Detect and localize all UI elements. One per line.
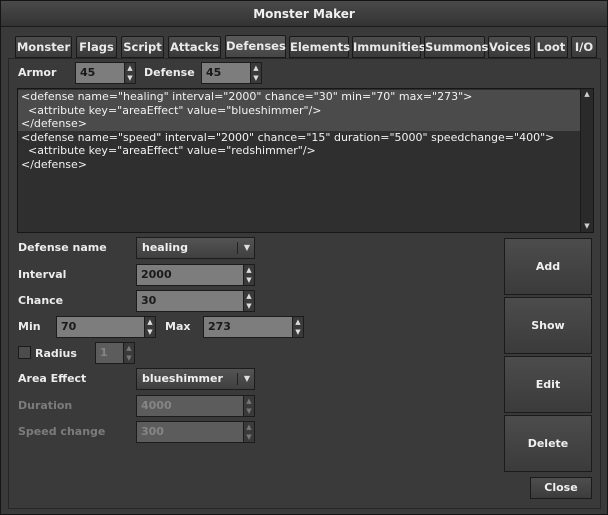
defense-name-label: Defense name (18, 241, 107, 254)
down-arrow-icon[interactable]: ▼ (124, 353, 134, 363)
monster-maker-window: Monster Maker Monster Flags Script Attac… (0, 0, 608, 515)
down-arrow-icon[interactable]: ▼ (244, 406, 254, 416)
editor-lines: <defense name="healing" interval="2000" … (18, 90, 581, 171)
area-effect-label: Area Effect (18, 372, 87, 385)
tab-monster[interactable]: Monster (15, 36, 72, 58)
tab-flags[interactable]: Flags (76, 36, 117, 58)
up-arrow-icon[interactable]: ▲ (244, 422, 254, 432)
defense-xml-editor[interactable]: <defense name="healing" interval="2000" … (17, 88, 594, 233)
interval-spinbox[interactable]: 2000 ▲ ▼ (136, 264, 255, 286)
down-arrow-icon[interactable]: ▼ (244, 432, 254, 442)
down-arrow-icon[interactable]: ▼ (244, 275, 254, 285)
up-arrow-icon[interactable]: ▲ (581, 89, 593, 100)
interval-label: Interval (18, 268, 67, 281)
window-title: Monster Maker (1, 1, 607, 27)
defense-spinbox[interactable]: 45 ▲ ▼ (201, 62, 262, 84)
chance-label: Chance (18, 294, 64, 307)
chance-spin-arrows[interactable]: ▲ ▼ (243, 291, 254, 311)
chance-spinbox[interactable]: 30 ▲ ▼ (136, 290, 255, 312)
show-button[interactable]: Show (504, 297, 592, 354)
min-value: 70 (61, 320, 77, 333)
armor-spinbox[interactable]: 45 ▲ ▼ (75, 62, 136, 84)
delete-button[interactable]: Delete (504, 415, 592, 472)
armor-value: 45 (80, 66, 96, 79)
close-button[interactable]: Close (530, 477, 592, 499)
tab-defenses[interactable]: Defenses (225, 35, 286, 58)
interval-spin-arrows[interactable]: ▲ ▼ (243, 265, 254, 285)
editor-line[interactable]: </defense> (18, 117, 581, 131)
down-arrow-icon[interactable]: ▼ (125, 73, 135, 83)
defense-value: 45 (206, 66, 222, 79)
max-value: 273 (208, 320, 231, 333)
area-effect-select[interactable]: blueshimmer ▼ (136, 368, 255, 390)
editor-line[interactable]: <attribute key="areaEffect" value="blues… (18, 103, 581, 117)
armor-label: Armor (18, 66, 57, 79)
tab-immunities[interactable]: Immunities (352, 36, 426, 58)
speed-change-value: 300 (141, 425, 164, 438)
speed-change-spinbox[interactable]: 300 ▲ ▼ (136, 421, 255, 443)
up-arrow-icon[interactable]: ▲ (244, 396, 254, 406)
defense-spin-arrows[interactable]: ▲ ▼ (250, 63, 261, 83)
duration-spin-arrows[interactable]: ▲ ▼ (243, 396, 254, 416)
tab-loot[interactable]: Loot (534, 36, 568, 58)
min-spin-arrows[interactable]: ▲ ▼ (144, 317, 155, 337)
interval-value: 2000 (141, 268, 172, 281)
editor-line[interactable]: <defense name="healing" interval="2000" … (18, 90, 581, 104)
down-arrow-icon[interactable]: ▼ (145, 327, 155, 337)
speed-change-label: Speed change (18, 425, 106, 438)
down-arrow-icon[interactable]: ▼ (244, 301, 254, 311)
armor-spin-arrows[interactable]: ▲ ▼ (124, 63, 135, 83)
speed-change-spin-arrows[interactable]: ▲ ▼ (243, 422, 254, 442)
duration-value: 4000 (141, 399, 172, 412)
tab-attacks[interactable]: Attacks (168, 36, 221, 58)
area-effect-value: blueshimmer (142, 372, 223, 385)
combo-separator (237, 242, 238, 254)
radius-label: Radius (35, 347, 77, 360)
editor-line[interactable]: <attribute key="areaEffect" value="redsh… (18, 144, 581, 158)
up-arrow-icon[interactable]: ▲ (125, 63, 135, 73)
radius-spin-arrows[interactable]: ▲ ▼ (123, 343, 134, 363)
tab-summons[interactable]: Summons (424, 36, 488, 58)
down-arrow-icon[interactable]: ▼ (293, 327, 303, 337)
max-spin-arrows[interactable]: ▲ ▼ (292, 317, 303, 337)
radius-value: 1 (100, 346, 108, 359)
chevron-down-icon[interactable]: ▼ (244, 238, 250, 258)
tab-elements[interactable]: Elements (289, 36, 350, 58)
duration-spinbox[interactable]: 4000 ▲ ▼ (136, 395, 255, 417)
tab-io[interactable]: I/O (571, 36, 597, 58)
max-label: Max (165, 320, 191, 333)
chevron-down-icon[interactable]: ▼ (244, 369, 250, 389)
chance-value: 30 (141, 294, 157, 307)
editor-line[interactable]: </defense> (18, 158, 581, 172)
down-arrow-icon[interactable]: ▼ (581, 221, 593, 232)
tab-script[interactable]: Script (121, 36, 164, 58)
radius-checkbox[interactable] (18, 346, 31, 359)
min-spinbox[interactable]: 70 ▲ ▼ (56, 316, 156, 338)
up-arrow-icon[interactable]: ▲ (124, 343, 134, 353)
editor-line[interactable]: <defense name="speed" interval="2000" ch… (18, 131, 581, 145)
up-arrow-icon[interactable]: ▲ (251, 63, 261, 73)
up-arrow-icon[interactable]: ▲ (244, 291, 254, 301)
defense-name-select[interactable]: healing ▼ (136, 237, 255, 259)
up-arrow-icon[interactable]: ▲ (293, 317, 303, 327)
defense-name-value: healing (142, 241, 188, 254)
min-label: Min (18, 320, 41, 333)
up-arrow-icon[interactable]: ▲ (244, 265, 254, 275)
up-arrow-icon[interactable]: ▲ (145, 317, 155, 327)
combo-separator (237, 373, 238, 385)
duration-label: Duration (18, 399, 73, 412)
down-arrow-icon[interactable]: ▼ (251, 73, 261, 83)
edit-button[interactable]: Edit (504, 356, 592, 413)
tab-voices[interactable]: Voices (488, 36, 531, 58)
max-spinbox[interactable]: 273 ▲ ▼ (203, 316, 304, 338)
add-button[interactable]: Add (504, 238, 592, 295)
defense-label: Defense (144, 66, 195, 79)
editor-scrollbar[interactable]: ▲ ▼ (580, 89, 593, 232)
radius-spinbox[interactable]: 1 ▲ ▼ (95, 342, 135, 364)
